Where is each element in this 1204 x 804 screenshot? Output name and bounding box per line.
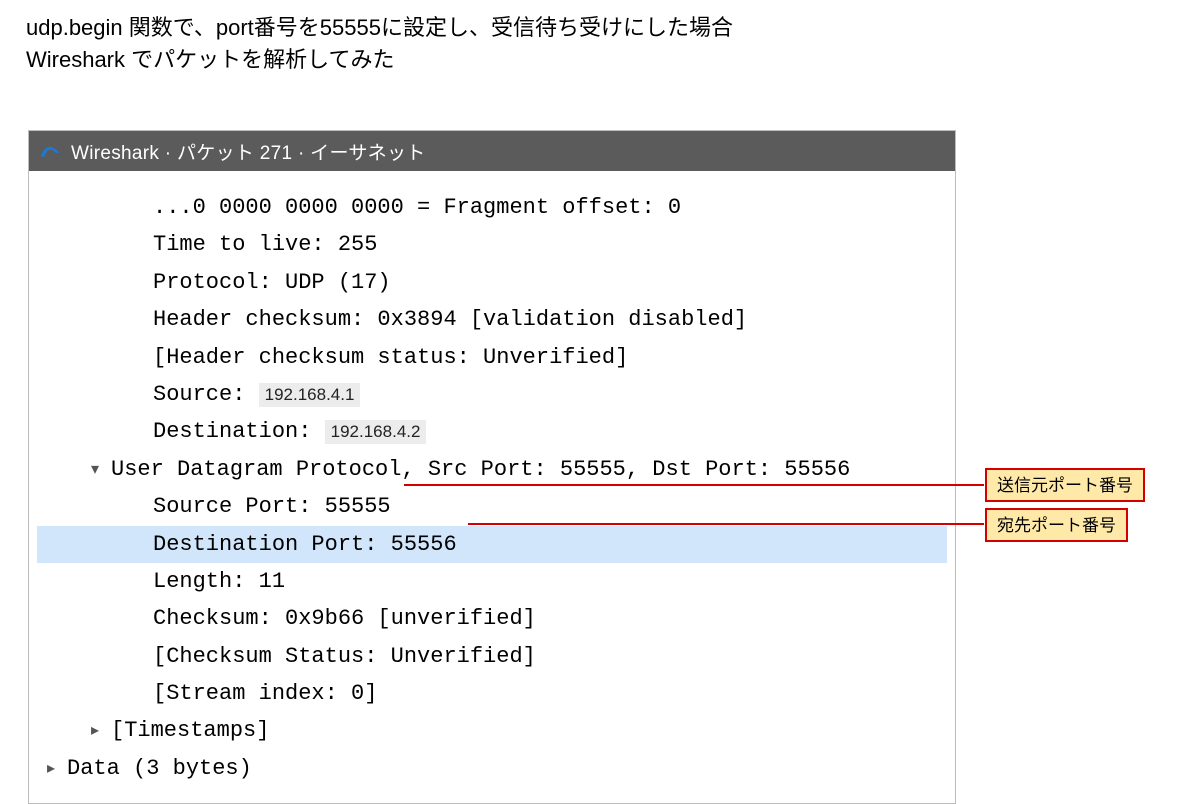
window-title: Wireshark · パケット 271 · イーサネット: [71, 138, 426, 165]
field-checksum[interactable]: Checksum: 0x9b66 [unverified]: [37, 600, 947, 637]
field-header-checksum-status[interactable]: [Header checksum status: Unverified]: [37, 339, 947, 376]
field-src-port[interactable]: Source Port: 55555: [37, 488, 947, 525]
annotation-line: [468, 523, 984, 525]
tree-node-timestamps[interactable]: ▸[Timestamps]: [37, 712, 947, 749]
field-fragment-offset[interactable]: ...0 0000 0000 0000 = Fragment offset: 0: [37, 189, 947, 226]
chevron-down-icon[interactable]: ▾: [91, 456, 111, 483]
annotation-src-port: 送信元ポート番号: [985, 468, 1145, 502]
chevron-right-icon[interactable]: ▸: [91, 717, 111, 744]
field-destination[interactable]: Destination: 192.168.4.2: [37, 413, 947, 450]
wireshark-icon: [39, 140, 61, 162]
field-checksum-status[interactable]: [Checksum Status: Unverified]: [37, 638, 947, 675]
chevron-right-icon[interactable]: ▸: [47, 755, 67, 782]
field-stream-index[interactable]: [Stream index: 0]: [37, 675, 947, 712]
annotation-dst-port: 宛先ポート番号: [985, 508, 1128, 542]
field-length[interactable]: Length: 11: [37, 563, 947, 600]
packet-tree[interactable]: ...0 0000 0000 0000 = Fragment offset: 0…: [29, 171, 955, 803]
field-protocol[interactable]: Protocol: UDP (17): [37, 264, 947, 301]
field-header-checksum[interactable]: Header checksum: 0x3894 [validation disa…: [37, 301, 947, 338]
annotation-line: [404, 484, 984, 486]
wireshark-window: Wireshark · パケット 271 · イーサネット ...0 0000 …: [28, 130, 956, 804]
intro-line-2: Wireshark でパケットを解析してみた: [26, 44, 733, 76]
field-ttl[interactable]: Time to live: 255: [37, 226, 947, 263]
intro-line-1: udp.begin 関数で、port番号を55555に設定し、受信待ち受けにした…: [26, 12, 733, 44]
window-titlebar[interactable]: Wireshark · パケット 271 · イーサネット: [29, 131, 955, 171]
tree-node-udp[interactable]: ▾User Datagram Protocol, Src Port: 55555…: [37, 451, 947, 488]
field-dst-port[interactable]: Destination Port: 55556: [37, 526, 947, 563]
tree-node-data[interactable]: ▸Data (3 bytes): [37, 750, 947, 787]
destination-ip: 192.168.4.2: [325, 420, 427, 444]
field-source[interactable]: Source: 192.168.4.1: [37, 376, 947, 413]
source-ip: 192.168.4.1: [259, 383, 361, 407]
